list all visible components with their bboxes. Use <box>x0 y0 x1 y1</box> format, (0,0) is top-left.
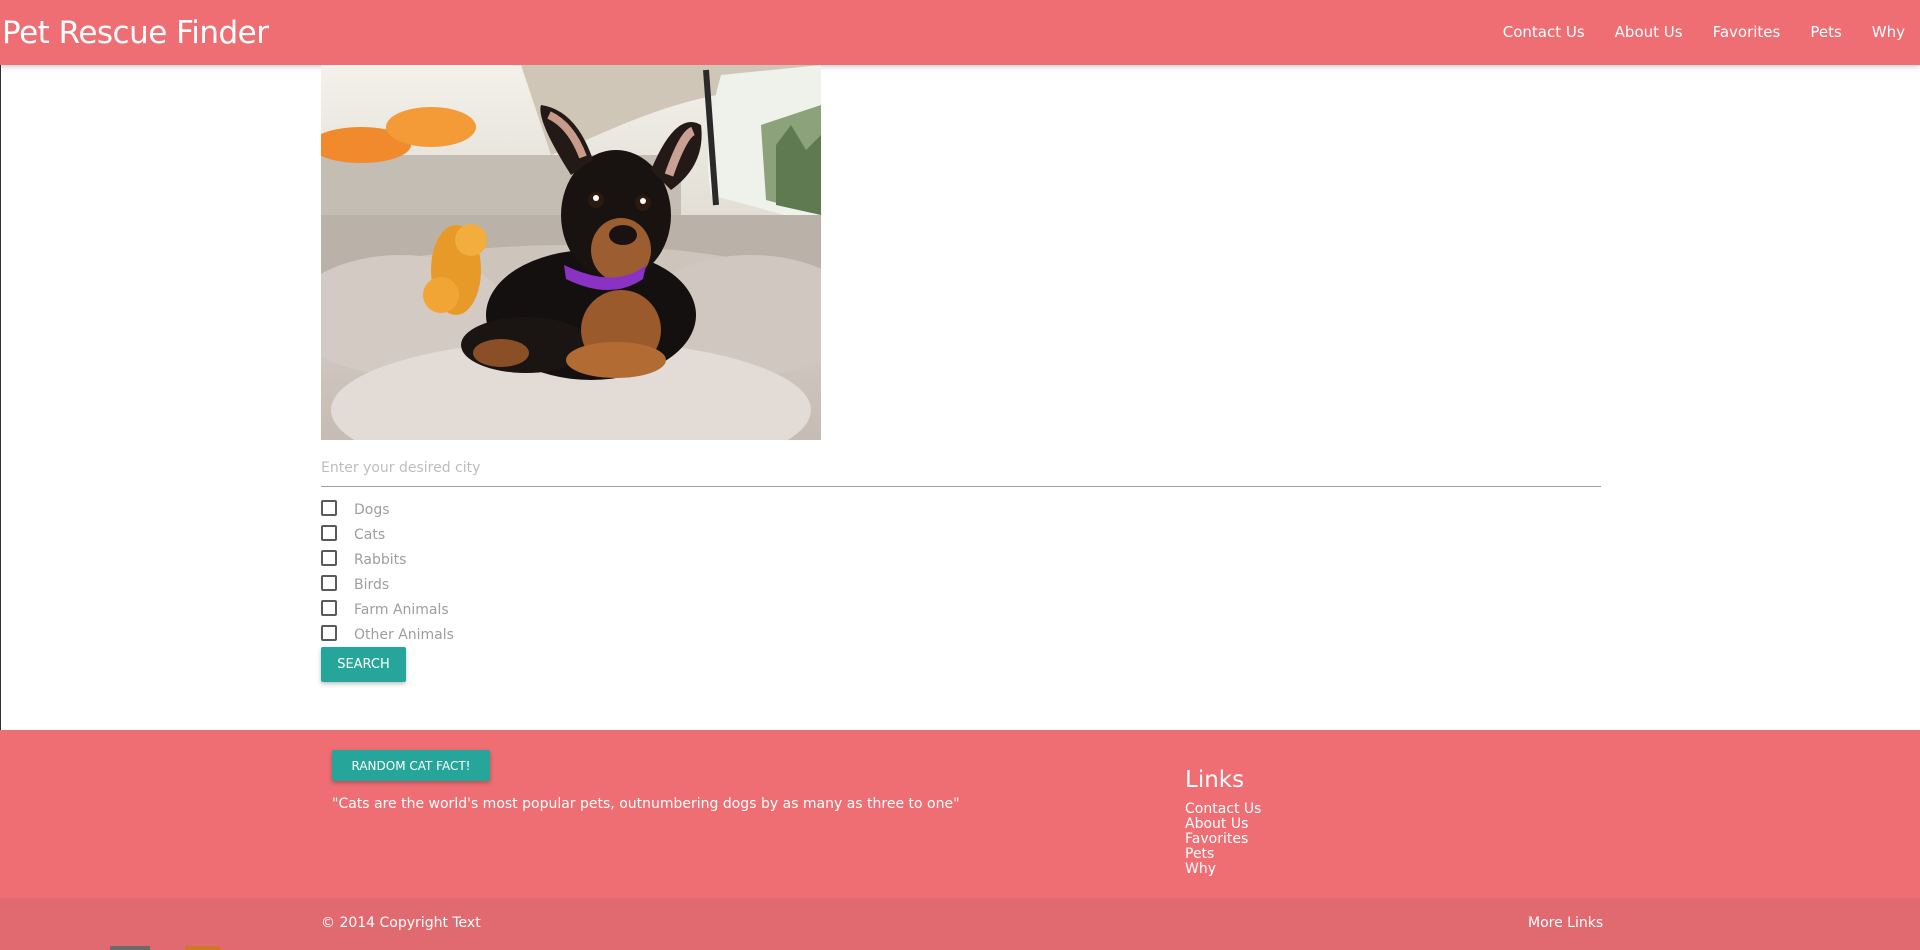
filter-other-animals[interactable]: Other Animals <box>321 621 454 646</box>
search-button[interactable]: Search <box>321 647 406 682</box>
page-footer <box>0 730 1920 898</box>
nav-link-why[interactable]: Why <box>1857 0 1920 65</box>
nav-link-pets[interactable]: Pets <box>1795 0 1856 65</box>
copyright-text: © 2014 Copyright Text <box>321 915 481 931</box>
footer-link-favorites[interactable]: Favorites <box>1185 832 1261 847</box>
checkbox[interactable] <box>321 599 337 616</box>
nav-link-about-us[interactable]: About Us <box>1600 0 1698 65</box>
filter-birds[interactable]: Birds <box>321 571 454 596</box>
footer-links-heading: Links <box>1185 767 1245 793</box>
filter-farm-animals[interactable]: Farm Animals <box>321 596 454 621</box>
footer-link-about-us[interactable]: About Us <box>1185 817 1261 832</box>
nav-link-contact-us[interactable]: Contact Us <box>1488 0 1600 65</box>
filter-label: Other Animals <box>354 627 454 643</box>
filter-label: Birds <box>354 577 390 593</box>
footer-link-pets[interactable]: Pets <box>1185 847 1261 862</box>
filter-label: Rabbits <box>354 552 407 568</box>
top-navbar: Pet Rescue Finder Contact Us About Us Fa… <box>0 0 1920 65</box>
filter-label: Dogs <box>354 502 390 518</box>
checkbox[interactable] <box>321 524 337 541</box>
footer-link-why[interactable]: Why <box>1185 862 1261 877</box>
brand-logo[interactable]: Pet Rescue Finder <box>2 13 269 53</box>
footer-link-contact-us[interactable]: Contact Us <box>1185 802 1261 817</box>
filter-label: Farm Animals <box>354 602 449 618</box>
footer-copyright-bar <box>0 898 1920 950</box>
filter-label: Cats <box>354 527 386 543</box>
footer-links-list: Contact Us About Us Favorites Pets Why <box>1185 802 1261 877</box>
puppy-photo <box>321 65 821 440</box>
checkbox[interactable] <box>321 624 337 641</box>
checkbox[interactable] <box>321 549 337 566</box>
city-search-input[interactable] <box>321 450 1601 487</box>
filter-rabbits[interactable]: Rabbits <box>321 546 454 571</box>
filter-dogs[interactable]: Dogs <box>321 496 454 521</box>
taskbar-edge <box>110 946 220 950</box>
nav-link-favorites[interactable]: Favorites <box>1698 0 1796 65</box>
cat-fact-text: "Cats are the world's most popular pets,… <box>332 796 960 812</box>
filter-cats[interactable]: Cats <box>321 521 454 546</box>
random-cat-fact-button[interactable]: Random Cat Fact! <box>332 750 490 781</box>
checkbox[interactable] <box>321 574 337 591</box>
animal-type-filters: Dogs Cats Rabbits Birds Farm Animals Oth… <box>321 496 454 646</box>
nav-links: Contact Us About Us Favorites Pets Why <box>1488 0 1920 65</box>
more-links-link[interactable]: More Links <box>1528 915 1603 931</box>
checkbox[interactable] <box>321 499 337 516</box>
